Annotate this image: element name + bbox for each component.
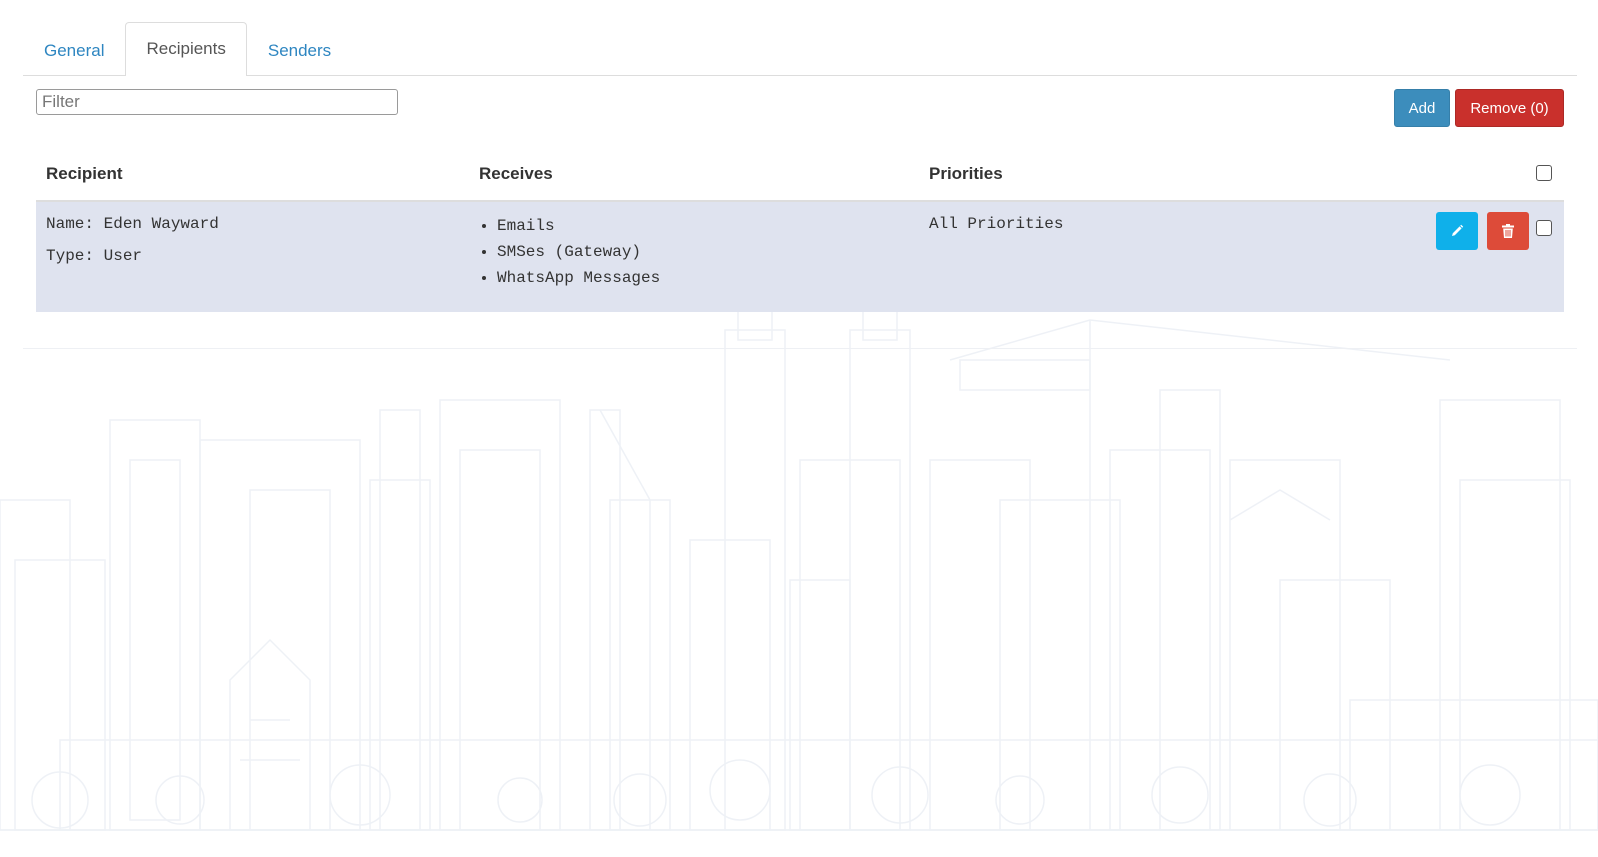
receives-item: Emails bbox=[497, 215, 660, 241]
section-divider bbox=[23, 348, 1577, 349]
receives-item: SMSes (Gateway) bbox=[497, 241, 660, 267]
delete-button[interactable] bbox=[1487, 212, 1529, 250]
row-select-checkbox[interactable] bbox=[1536, 220, 1552, 236]
table-row: Name: Eden Wayward Type: User Emails SMS… bbox=[36, 202, 1564, 312]
tab-senders[interactable]: Senders bbox=[247, 24, 352, 76]
column-header-priorities: Priorities bbox=[929, 164, 1003, 183]
tab-bar: General Recipients Senders bbox=[23, 22, 1577, 76]
remove-button[interactable]: Remove (0) bbox=[1455, 89, 1564, 127]
select-all-checkbox[interactable] bbox=[1536, 165, 1552, 181]
recipient-name: Name: Eden Wayward bbox=[46, 215, 219, 233]
receives-list: Emails SMSes (Gateway) WhatsApp Messages bbox=[469, 215, 660, 293]
pencil-icon bbox=[1452, 224, 1464, 236]
column-header-recipient: Recipient bbox=[46, 164, 123, 183]
recipient-type: Type: User bbox=[46, 247, 143, 265]
column-header-receives: Receives bbox=[479, 164, 553, 183]
receives-item: WhatsApp Messages bbox=[497, 267, 660, 293]
filter-input[interactable] bbox=[36, 89, 398, 115]
recipients-table: Recipient Receives Priorities Name: Eden… bbox=[36, 150, 1564, 312]
recipient-cell: Name: Eden Wayward Type: User bbox=[46, 215, 219, 279]
add-button[interactable]: Add bbox=[1394, 89, 1450, 127]
page: General Recipients Senders Add Remove (0… bbox=[0, 0, 1598, 857]
table-header: Recipient Receives Priorities bbox=[36, 150, 1564, 202]
trash-icon bbox=[1502, 224, 1514, 238]
priorities-cell: All Priorities bbox=[929, 215, 1064, 233]
city-skyline-background bbox=[0, 300, 1598, 831]
edit-button[interactable] bbox=[1436, 212, 1478, 250]
tab-recipients[interactable]: Recipients bbox=[125, 22, 247, 76]
tab-general[interactable]: General bbox=[23, 24, 125, 76]
